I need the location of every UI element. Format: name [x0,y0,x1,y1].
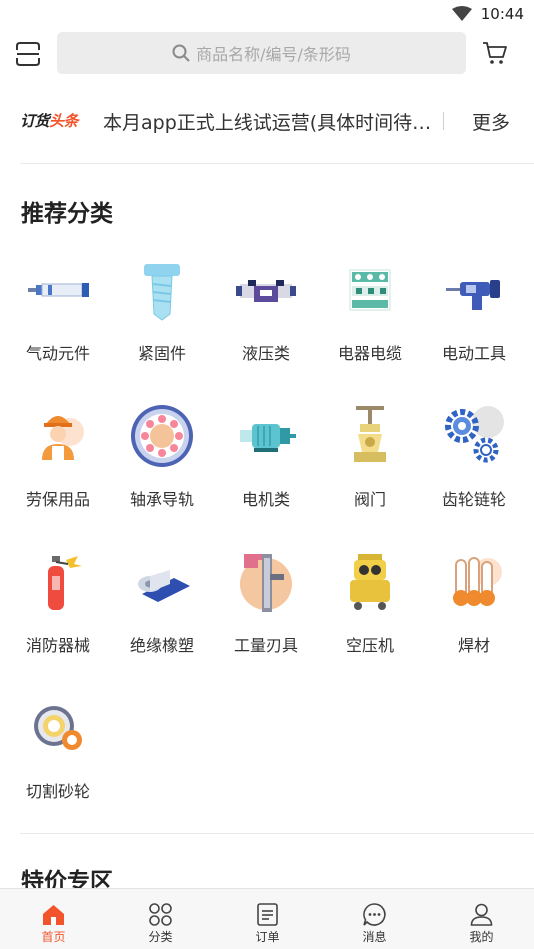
category-item-bearing[interactable]: 轴承导轨 [110,386,214,532]
category-item-safety[interactable]: 劳保用品 [6,386,110,532]
screw-icon [144,264,180,321]
cart-icon[interactable] [482,40,508,66]
motor-icon [240,424,296,452]
message-icon [363,903,386,926]
category-item-power-tools[interactable]: 电动工具 [422,240,526,386]
search-header: 商品名称/编号/条形码 [0,28,534,82]
category-item-fire[interactable]: 消防器械 [6,532,110,678]
power-drill-icon [446,280,500,310]
category-label: 消防器械 [25,636,90,655]
category-item-pneumatic[interactable]: 气动元件 [6,240,110,386]
category-label: 紧固件 [137,344,186,363]
recommended-title: 推荐分类 [21,201,113,227]
valve-icon [354,406,386,462]
category-label: 绝缘橡塑 [129,636,194,655]
category-label: 工量刃具 [233,636,298,655]
category-label: 阀门 [353,490,386,509]
category-item-hydraulic[interactable]: 液压类 [214,240,318,386]
tab-home[interactable]: 首页 [0,889,107,949]
category-item-measuring[interactable]: 工量刃具 [214,532,318,678]
category-label: 劳保用品 [25,490,90,509]
caliper-icon [240,554,292,612]
home-icon [43,905,64,925]
category-label: 气动元件 [25,344,90,363]
category-label: 齿轮链轮 [441,490,506,509]
category-item-cutting[interactable]: 切割砂轮 [6,678,110,824]
bottom-tabbar: 首页 分类 订单 消息 我的 [0,888,534,949]
cutting-wheel-icon [34,706,82,750]
category-label: 切割砂轮 [25,782,90,801]
news-more-link[interactable]: 更多 [472,108,510,135]
category-item-insulation[interactable]: 绝缘橡塑 [110,532,214,678]
category-item-welding[interactable]: 焊材 [422,532,526,678]
air-compressor-icon [350,554,390,610]
profile-icon [470,903,493,926]
tab-label: 分类 [148,930,173,944]
category-item-electrical[interactable]: 电器电缆 [318,240,422,386]
category-label: 液压类 [241,344,290,363]
tab-profile[interactable]: 我的 [428,889,534,949]
tab-category[interactable]: 分类 [107,889,214,949]
search-input[interactable]: 商品名称/编号/条形码 [57,32,466,74]
hydraulic-valve-icon [236,280,296,302]
tab-label: 消息 [362,930,387,944]
news-ticker[interactable]: 订货头条 本月app正式上线试运营(具体时间待… 更多 [0,98,534,144]
category-item-fastener[interactable]: 紧固件 [110,240,214,386]
electrical-panel-icon [349,269,391,311]
bearing-icon [131,405,193,467]
divider [20,833,534,834]
news-logo: 订货头条 [20,112,79,130]
search-icon [172,44,190,62]
order-icon [257,903,278,926]
status-bar: 10:44 [0,0,534,28]
category-icon [149,903,172,926]
news-divider [443,112,444,130]
category-label: 电动工具 [441,344,506,363]
category-label: 电机类 [241,490,290,509]
category-item-compressor[interactable]: 空压机 [318,532,422,678]
fire-extinguisher-icon [48,556,82,610]
worker-icon [42,416,84,460]
status-time: 10:44 [480,5,524,23]
insulation-roll-icon [138,570,190,602]
category-item-valve[interactable]: 阀门 [318,386,422,532]
category-label: 轴承导轨 [129,490,194,509]
tab-label: 首页 [41,930,66,944]
category-label: 空压机 [345,636,394,655]
category-label: 电器电缆 [337,344,402,363]
news-headline[interactable]: 本月app正式上线试运营(具体时间待… [103,108,433,135]
tab-label: 我的 [469,930,494,944]
tab-label: 订单 [255,930,280,944]
gears-icon [445,406,504,463]
scan-icon[interactable] [14,40,42,68]
category-label: 焊材 [457,636,490,655]
wifi-icon [452,6,472,21]
category-item-motor[interactable]: 电机类 [214,386,318,532]
category-item-gears[interactable]: 齿轮链轮 [422,386,526,532]
pneumatic-cylinder-icon [28,283,89,297]
welding-rod-icon [453,557,502,606]
tab-message[interactable]: 消息 [321,889,428,949]
tab-order[interactable]: 订单 [214,889,321,949]
search-placeholder: 商品名称/编号/条形码 [196,45,351,64]
divider [20,163,534,164]
